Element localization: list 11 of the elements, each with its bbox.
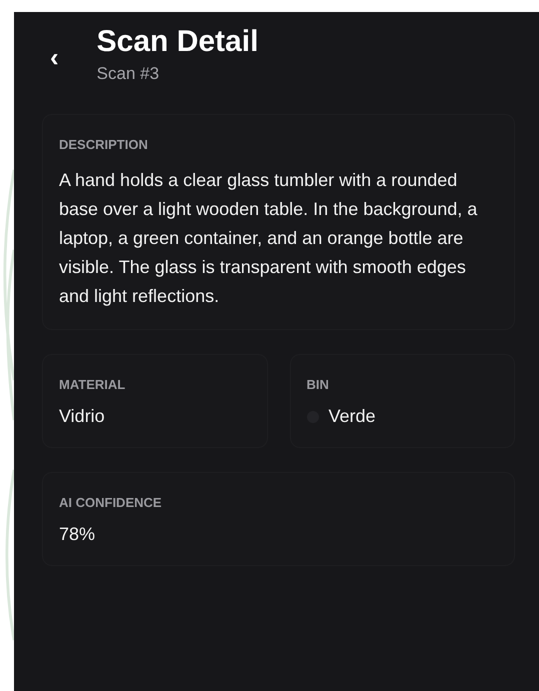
page-title: Scan Detail <box>96 24 258 60</box>
description-text: A hand holds a clear glass tumbler with a rounded base over a light wooden table. In the background, a laptop, a green container, and an orange bottle are visible. The glass is transparent with smooth edges and light reflections. <box>59 169 478 308</box>
material-value: Vidrio <box>59 406 106 427</box>
confidence-value: 78% <box>59 524 96 545</box>
card-label: DESCRIPTION <box>59 137 149 152</box>
page-subtitle: Scan #3 <box>96 64 160 84</box>
back-button[interactable]: ‹ <box>42 44 67 70</box>
card-label: AI CONFIDENCE <box>59 495 163 510</box>
bin-value: Verde <box>328 406 376 427</box>
card-label: MATERIAL <box>59 377 126 392</box>
card-label: BIN <box>306 377 330 392</box>
